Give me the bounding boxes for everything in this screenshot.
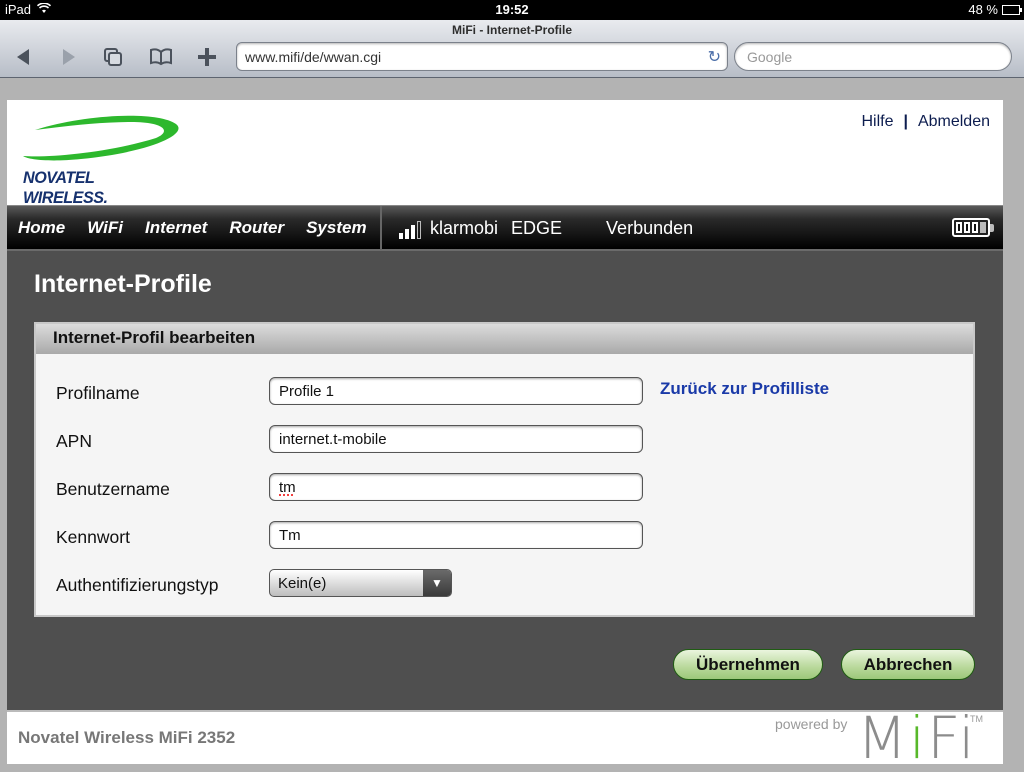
auth-type-label: Authentifizierungstyp (56, 575, 219, 595)
dropdown-arrow-icon: ▼ (423, 570, 451, 596)
connection-status: Verbunden (606, 217, 694, 238)
powered-by-text: powered by (775, 716, 848, 732)
nav-item-router[interactable]: Router (229, 218, 284, 238)
apply-button[interactable]: Übernehmen (673, 649, 823, 680)
form-row-username: Benutzername tm (36, 473, 973, 503)
back-button[interactable] (8, 44, 38, 70)
form-row-auth-type: Authentifizierungstyp Kein(e) ▼ (36, 569, 973, 599)
profile-name-label: Profilname (56, 383, 140, 403)
username-input[interactable]: tm (269, 473, 643, 501)
cancel-button[interactable]: Abbrechen (841, 649, 975, 680)
bookmarks-button[interactable] (146, 44, 176, 70)
web-page: NOVATEL WIRELESS. Hilfe | Abmelden Home … (7, 100, 1003, 772)
browser-page-title: MiFi - Internet-Profile (452, 23, 572, 37)
edit-profile-panel: Internet-Profil bearbeiten Profilname Pr… (34, 322, 975, 617)
search-input[interactable]: Google (734, 42, 1012, 71)
apn-label: APN (56, 431, 92, 451)
password-label: Kennwort (56, 527, 130, 547)
device-battery-icon (952, 218, 994, 237)
profile-name-value: Profile 1 (279, 383, 335, 400)
brand-wordmark: NOVATEL WIRELESS. (23, 168, 108, 207)
form-row-profile-name: Profilname Profile 1 Zurück zur Profilli… (36, 377, 973, 407)
password-input[interactable]: Tm (269, 521, 643, 549)
nav-item-home[interactable]: Home (18, 218, 65, 238)
page-header: NOVATEL WIRELESS. Hilfe | Abmelden (7, 100, 1003, 207)
tabs-button[interactable] (98, 44, 128, 70)
reload-icon[interactable]: ↻ (708, 47, 721, 67)
add-bookmark-button[interactable] (192, 44, 222, 70)
clock: 19:52 (495, 2, 529, 17)
back-icon (17, 49, 29, 65)
password-value: Tm (279, 527, 301, 544)
signal-strength-icon (399, 221, 421, 239)
main-navigation: Home WiFi Internet Router System klarmob… (7, 205, 1003, 251)
mifi-logo-text: MiFi (857, 704, 977, 772)
novatel-logo: NOVATEL WIRELESS. (21, 112, 191, 207)
nav-item-internet[interactable]: Internet (145, 218, 207, 238)
url-text: www.mifi/de/wwan.cgi (245, 49, 382, 65)
nav-item-wifi[interactable]: WiFi (87, 218, 123, 238)
connection-status-bar: klarmobi EDGE Verbunden (399, 206, 693, 250)
logout-link[interactable]: Abmelden (918, 113, 990, 131)
battery-percent: 48 % (968, 2, 998, 17)
bookmarks-icon (150, 48, 172, 66)
help-link[interactable]: Hilfe (861, 113, 893, 131)
battery-icon (1002, 4, 1022, 15)
add-icon (198, 48, 216, 66)
auth-type-select[interactable]: Kein(e) ▼ (269, 569, 452, 597)
username-value: tm (279, 479, 296, 496)
browser-toolbar: MiFi - Internet-Profile www.mifi/de/wwan… (0, 20, 1024, 78)
carrier-name: klarmobi (430, 217, 499, 238)
ios-status-bar: iPad 19:52 48 % (0, 0, 1024, 20)
link-separator: | (903, 113, 908, 130)
network-technology: EDGE (511, 217, 563, 238)
page-title: Internet-Profile (34, 270, 212, 298)
profile-name-input[interactable]: Profile 1 (269, 377, 643, 405)
panel-title: Internet-Profil bearbeiten (36, 324, 973, 354)
forward-button[interactable] (54, 44, 84, 70)
header-links: Hilfe | Abmelden (861, 113, 990, 131)
back-to-profile-list-link[interactable]: Zurück zur Profilliste (660, 379, 829, 399)
tabs-icon (104, 48, 122, 66)
trademark-text: TM (970, 714, 983, 724)
auth-type-value: Kein(e) (278, 575, 327, 592)
username-label: Benutzername (56, 479, 170, 499)
apn-input[interactable]: internet.t-mobile (269, 425, 643, 453)
page-footer: Novatel Wireless MiFi 2352 powered by Mi… (7, 704, 1003, 772)
logo-swoosh-icon (23, 115, 179, 161)
url-bar[interactable]: www.mifi/de/wwan.cgi ↻ (236, 42, 728, 71)
form-row-apn: APN internet.t-mobile (36, 425, 973, 455)
forward-icon (63, 49, 75, 65)
search-placeholder: Google (747, 49, 793, 65)
form-row-password: Kennwort Tm (36, 521, 973, 551)
nav-item-system[interactable]: System (306, 218, 366, 238)
apn-value: internet.t-mobile (279, 431, 387, 448)
powered-by-mifi-logo: powered by MiFi TM (775, 704, 983, 772)
product-name: Novatel Wireless MiFi 2352 (18, 728, 236, 747)
